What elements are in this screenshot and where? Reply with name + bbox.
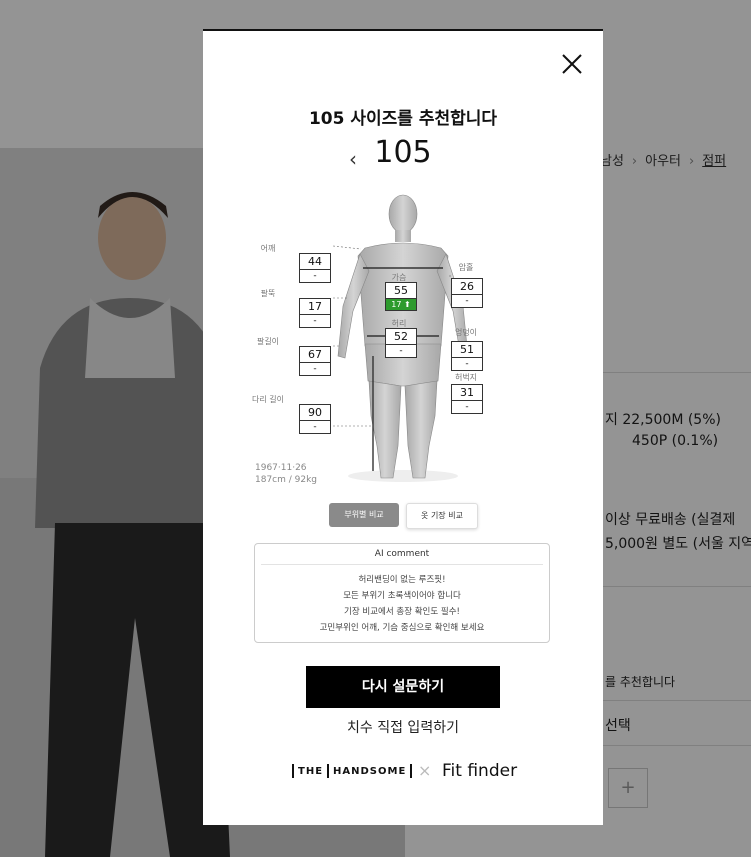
leg-length-label: 다리 길이 [252,395,284,404]
size-selector: ‹ 105 [203,135,603,171]
retry-survey-button[interactable]: 다시 설문하기 [306,666,500,708]
thigh-label: 허벅지 [454,373,478,382]
upper-arm-label: 암홀 [458,263,474,272]
sleeve-length-diff: - [313,364,317,374]
upper-arm-measure[interactable]: 26- [451,278,483,308]
leg-length-value: 90 [300,405,330,421]
compare-length-button[interactable]: 옷 기장 비교 [406,503,478,529]
upper-arm-value: 26 [452,279,482,295]
the-handsome-logo: THE HANDSOME [288,764,416,778]
waist-diff: - [399,346,403,356]
thigh-measure[interactable]: 31- [451,384,483,414]
sleeve-measure[interactable]: 17- [299,298,331,328]
thigh-value: 31 [452,385,482,401]
waist-measure[interactable]: 52- [385,328,417,358]
sleeve-length-label: 팔길이 [256,337,280,346]
user-body-info: 1967·11·26 187cm / 92kg [255,462,317,486]
hip-measure[interactable]: 51- [451,341,483,371]
hip-diff: - [465,359,469,369]
fit-finder-logo: Fit finder [442,761,518,781]
chest-diff: 17 ⬆ [386,299,416,310]
sleeve-label: 팔뚝 [260,289,276,298]
logo-handsome: HANDSOME [333,766,407,777]
ai-comment-line: 고민부위인 어깨, 기슴 중심으로 확인해 보세요 [319,623,485,633]
chest-value: 55 [386,283,416,299]
logo-the: THE [298,766,324,777]
thigh-diff: - [465,402,469,412]
waist-value: 52 [386,329,416,345]
body-figure-area: 어깨 44- 팔뚝 17- 팔길이 67- 다리 길이 90- 가슴 55 17 … [243,186,563,491]
height-weight: 187cm / 92kg [255,475,318,485]
ai-comment-line: 모든 부위기 초록색이어야 합니다 [343,591,461,601]
fit-finder-modal: 105 사이즈를 추천합니다 ‹ 105 어깨 44 - 팔뚝 17 - 팔길이… [203,29,603,825]
upper-arm-diff: - [465,296,469,306]
logo-bar [327,764,330,778]
shoulder-measure[interactable]: 44- [299,253,331,283]
birth-date: 1967·11·26 [255,463,307,473]
recommend-title: 105 사이즈를 추천합니다 [308,109,498,129]
sleeve-diff: - [313,316,317,326]
leg-length-diff: - [313,422,317,432]
hip-label: 엉덩이 [454,328,478,337]
ai-comment-text: 허리밴딩이 없는 루즈핏! 모든 부위기 초록색이어야 합니다 기장 비교에서 … [255,572,549,636]
sleeve-length-measure[interactable]: 67- [299,346,331,376]
ai-comment-box: AI comment 허리밴딩이 없는 루즈핏! 모든 부위기 초록색이어야 합… [254,543,550,643]
divider [261,564,543,565]
shoulder-diff: - [313,271,317,281]
sleeve-value: 17 [300,299,330,315]
logo-bar [410,764,413,778]
leg-length-measure[interactable]: 90- [299,404,331,434]
cross-icon: × [418,761,432,780]
logo-bar [292,764,294,778]
brand-footer: THE HANDSOME × Fit finder [288,761,528,783]
hip-value: 51 [452,342,482,358]
recommended-size: 105 [374,135,432,170]
sleeve-length-value: 67 [300,347,330,363]
ai-comment-line: 허리밴딩이 없는 루즈핏! [358,575,446,585]
direct-input-link[interactable]: 치수 직접 입력하기 [203,717,603,737]
chest-measure[interactable]: 55 17 ⬆ [385,282,417,311]
compare-by-part-button[interactable]: 부위별 비교 [329,503,399,527]
close-icon[interactable] [559,51,585,77]
ai-comment-title: AI comment [374,549,430,559]
shoulder-value: 44 [300,254,330,270]
shoulder-label: 어깨 [260,244,276,253]
chevron-left-icon[interactable]: ‹ [349,147,357,171]
ai-comment-line: 기장 비교에서 총장 확인도 필수! [344,607,460,617]
